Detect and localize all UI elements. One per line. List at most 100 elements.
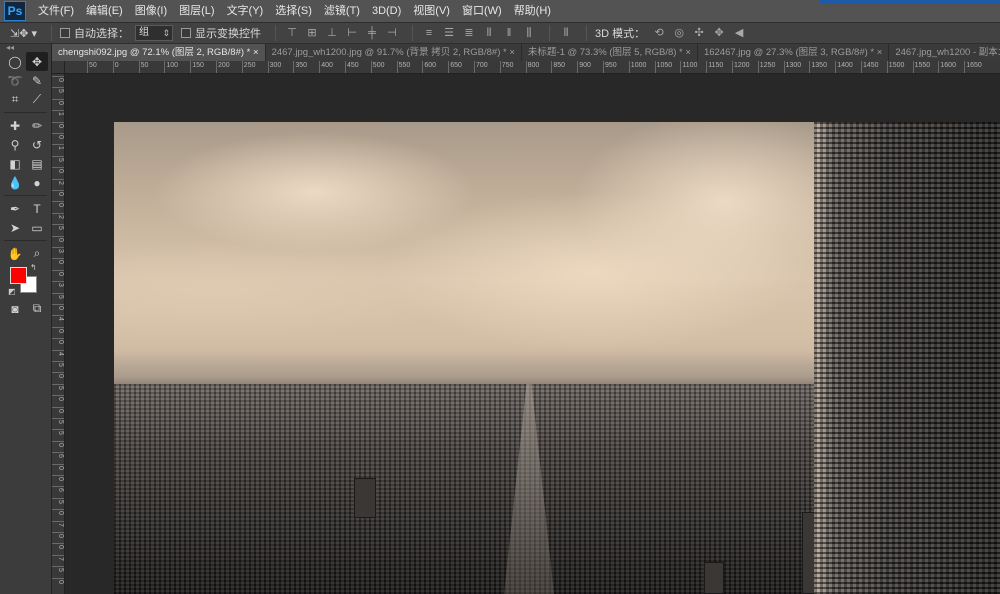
menu-layer[interactable]: 图层(L) [173,0,220,22]
history-brush-tool-icon[interactable]: ↺ [26,135,48,154]
tab-label: 2467.jpg_wh1200.jpg @ 91.7% (背景 拷贝 2, RG… [271,47,507,58]
screen-mode-icon[interactable]: ⧉ [26,299,48,318]
ruler-tick-label: 0 [52,338,64,344]
distribute-buttons: ≡ ☰ ≣ ⦀ ‖ ⫼ [421,25,541,41]
align-bottom-icon[interactable]: ⊥ [324,25,340,41]
dodge-tool-icon[interactable]: ● [26,173,48,192]
blur-tool-icon[interactable]: 💧 [4,173,26,192]
ruler-tick-label: 5 [52,361,64,367]
3d-rotate-icon[interactable]: ⟲ [651,25,667,41]
canvas-workspace[interactable] [65,74,1000,594]
tab-close-icon[interactable]: × [509,47,515,58]
swap-colors-icon[interactable]: ↰ [30,263,37,272]
align-hcenter-icon[interactable]: ╪ [364,25,380,41]
3d-roll-icon[interactable]: ◎ [671,25,687,41]
distribute-bottom-icon[interactable]: ≣ [461,25,477,41]
menu-view[interactable]: 视图(V) [407,0,456,22]
ruler-tick-label: 850 [551,61,565,73]
vertical-ruler[interactable]: 0 5 0 1 0 0 1 5 0 2 0 0 2 5 0 3 0 0 3 5 0 4 0 0 4 5 0 5 0 0 5 5 0 6 0 0 6 5 0 7… [52,74,65,594]
quick-mask-icon[interactable]: ◙ [4,299,26,318]
align-top-icon[interactable]: ⊤ [284,25,300,41]
ruler-tick-label: 5 [52,155,64,162]
menu-type[interactable]: 文字(Y) [221,0,270,22]
auto-select-checkbox[interactable] [60,28,71,38]
ruler-tick-label: 0 [52,201,64,207]
type-tool-icon[interactable]: T [26,199,48,218]
ruler-tick-label: 0 [52,440,64,447]
menu-select[interactable]: 选择(S) [269,0,318,22]
tab-close-icon[interactable]: × [253,47,259,58]
gradient-tool-icon[interactable]: ▤ [26,154,48,173]
move-tool-icon[interactable]: ✥ [26,52,48,71]
menu-image[interactable]: 图像(I) [129,0,173,22]
3d-drag-icon[interactable]: ✣ [691,25,707,41]
ruler-tick-label: 650 [448,61,462,73]
document-tab[interactable]: 162467.jpg @ 27.3% (图层 3, RGB/8#) * × [698,44,890,61]
crop-tool-icon[interactable]: ⌗ [4,90,26,109]
menu-help[interactable]: 帮助(H) [508,0,557,22]
ruler-tick-label: 0 [52,133,64,139]
rectangle-tool-icon[interactable]: ▭ [26,218,48,237]
move-tool-icon[interactable]: ⇲✥ ▾ [10,27,37,40]
align-vcenter-icon[interactable]: ⊞ [304,25,320,41]
horizontal-ruler[interactable]: 50 0 50 100 150 200 250 300 350 400 450 500 550 600 65… [65,61,1000,74]
brush-tool-icon[interactable]: ✏ [26,116,48,135]
marquee-tool-icon[interactable]: ◯ [4,52,26,71]
distribute-top-icon[interactable]: ≡ [421,25,437,41]
document-tab[interactable]: chengshi092.jpg @ 72.1% (图层 2, RGB/8#) *… [52,44,266,61]
path-select-tool-icon[interactable]: ➤ [4,218,26,237]
quick-select-tool-icon[interactable]: ✎ [26,71,48,90]
ruler-origin[interactable] [52,61,65,74]
show-transform-checkbox[interactable] [181,28,192,38]
eraser-tool-icon[interactable]: ◧ [4,154,26,173]
ruler-tick-label: 3 [52,281,64,287]
align-left-icon[interactable]: ⊢ [344,25,360,41]
ruler-tick-label: 5 [52,224,64,230]
zoom-tool-icon[interactable]: ⌕ [26,244,48,263]
document-tab[interactable]: 未标题-1 @ 73.3% (图层 5, RGB/8) * × [522,44,698,61]
menu-filter[interactable]: 滤镜(T) [318,0,366,22]
ruler-tick-label: 1200 [732,61,750,73]
document-tab[interactable]: 2467.jpg_wh1200.jpg @ 91.7% (背景 拷贝 2, RG… [266,44,522,61]
lasso-tool-icon[interactable]: ➰ [4,71,26,90]
clone-stamp-tool-icon[interactable]: ⚲ [4,135,26,154]
align-right-icon[interactable]: ⊣ [384,25,400,41]
ruler-tick-label: 0 [52,98,64,105]
ruler-tick-label: 1600 [938,61,956,73]
city-building [354,478,376,518]
ruler-tick-label: 5 [52,566,64,572]
panel-collapse-icon[interactable]: ◂◂ [0,44,51,52]
tab-close-icon[interactable]: × [877,47,883,58]
distribute-left-icon[interactable]: ⦀ [481,25,497,41]
ruler-tick-label: 900 [577,61,591,73]
distribute-right-icon[interactable]: ⫼ [521,25,537,41]
3d-slide-icon[interactable]: ✥ [711,25,727,41]
menu-window[interactable]: 窗口(W) [456,0,508,22]
distribute-vcenter-icon[interactable]: ☰ [441,25,457,41]
ruler-tick-label: 0 [52,509,64,515]
3d-scale-icon[interactable]: ◀ [731,25,747,41]
tab-close-icon[interactable]: × [685,47,691,58]
auto-select-dropdown[interactable]: 组 [135,25,174,41]
menu-edit[interactable]: 编辑(E) [80,0,129,22]
distribute-hcenter-icon[interactable]: ‖ [501,25,517,41]
tab-label: 162467.jpg @ 27.3% (图层 3, RGB/8#) * [703,47,875,58]
ruler-tick-label: 0 [112,61,119,73]
vertical-city-wall [814,122,1000,594]
auto-align-icon[interactable]: ⫴ [558,25,574,41]
menu-file[interactable]: 文件(F) [32,0,80,22]
default-colors-icon[interactable]: ◩ [8,287,16,296]
ruler-tick-label: 5 [52,429,64,435]
eyedropper-tool-icon[interactable]: ⟋ [26,90,48,109]
foreground-color-swatch[interactable] [10,267,27,284]
healing-brush-tool-icon[interactable]: ✚ [4,116,26,135]
document-tab[interactable]: 2467.jpg_wh1200 - 副本1.jpg @ 100% [889,44,1000,61]
hand-tool-icon[interactable]: ✋ [4,244,26,263]
menu-3d[interactable]: 3D(D) [366,0,407,22]
document-canvas[interactable] [114,122,1000,594]
ruler-tick-label: 0 [52,304,64,310]
ruler-tick-label: 0 [52,76,64,82]
divider [412,25,414,41]
pen-tool-icon[interactable]: ✒ [4,199,26,218]
ruler-tick-label: 50 [87,61,97,73]
